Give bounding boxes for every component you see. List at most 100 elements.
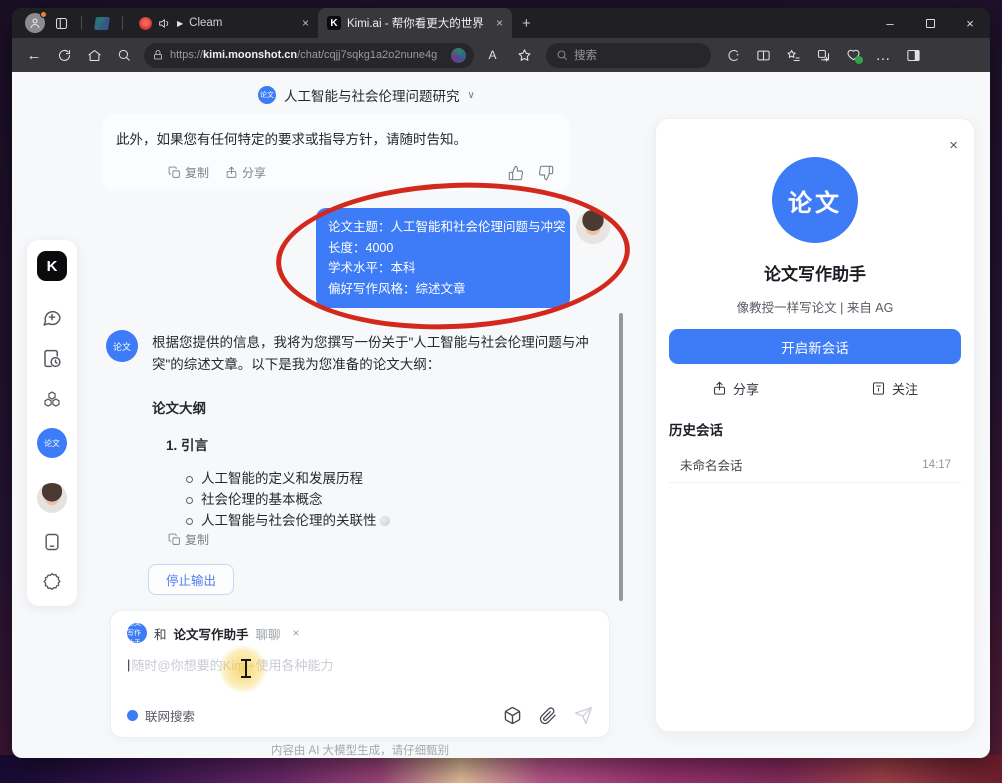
panel-close-icon[interactable]: × [949, 137, 958, 154]
history-icon[interactable] [42, 348, 63, 369]
assistant-name: 论文写作助手 [656, 260, 974, 285]
assistant-message-text: 此外，如果您有任何特定的要求或指导方针，请随时告知。 [116, 129, 554, 150]
new-tab-button[interactable]: + [522, 15, 531, 32]
read-aloud-icon[interactable]: A [480, 42, 508, 68]
send-icon[interactable] [574, 706, 593, 725]
stop-output-button[interactable]: 停止输出 [148, 564, 234, 595]
annotation-red-circle [273, 175, 633, 336]
thumbs-up-icon[interactable] [508, 165, 524, 181]
composer-prefix: 和 [154, 624, 167, 643]
history-item[interactable]: 未命名会话 14:17 [669, 447, 961, 483]
home-button[interactable] [80, 42, 108, 68]
copy-button[interactable]: 复制 [168, 531, 209, 548]
back-button[interactable]: ← [20, 42, 48, 68]
sidebar-panel-icon[interactable] [899, 42, 927, 68]
share-icon [225, 166, 238, 179]
browser-window: ▶ Cleam × K Kimi.ai - 帮你看更大的世界 × + – × ← [12, 8, 990, 758]
text-caret: | [127, 657, 130, 672]
feedback-buttons [508, 165, 554, 181]
browser-essentials-icon[interactable] [839, 42, 867, 68]
thumbs-down-icon[interactable] [538, 165, 554, 181]
tab-close-icon[interactable]: × [302, 16, 309, 30]
window-controls: – × [870, 8, 990, 38]
assistant-message-text: 根据您提供的信息，我将为您撰写一份关于"人工智能与社会伦理问题与冲突"的综述文章… [152, 332, 594, 376]
toolbar-search-box[interactable]: 搜索 [546, 43, 711, 68]
rewards-icon[interactable] [719, 42, 747, 68]
conversation-title-dropdown[interactable]: 论文 人工智能与社会伦理问题研究 ∨ [258, 85, 475, 105]
url-text[interactable]: https://kimi.moonshot.cn/chat/cqjj7sqkg1… [170, 49, 437, 61]
history-heading: 历史会话 [669, 419, 723, 439]
bullet-item: 人工智能与社会伦理的关联性 [186, 510, 594, 531]
web-search-label: 联网搜索 [145, 706, 195, 725]
message-actions: 复制 分享 [168, 164, 554, 181]
assistant-mini-avatar: 论文 [258, 86, 276, 104]
collections-icon[interactable] [809, 42, 837, 68]
maximize-button[interactable] [910, 8, 950, 38]
panel-share-button[interactable]: 分享 [656, 379, 815, 398]
search-sidebar-icon[interactable] [110, 42, 138, 68]
active-assistant-avatar[interactable]: 论文 [37, 428, 67, 458]
tab-title: Kimi.ai - 帮你看更大的世界 [347, 15, 490, 31]
kimi-page: 论文 人工智能与社会伦理问题研究 ∨ 此外，如果您有任何特定的要求或指导方针，请… [12, 72, 990, 758]
notification-dot [40, 11, 47, 18]
copy-button[interactable]: 复制 [168, 164, 209, 181]
message-input[interactable]: | 随时@你想要的Kimi+使用各种能力 [111, 643, 609, 674]
panel-follow-button[interactable]: 关注 [815, 379, 974, 398]
lock-icon[interactable] [152, 49, 164, 61]
outline-item: 1. 引言 [166, 434, 594, 454]
split-screen-icon[interactable] [749, 42, 777, 68]
settings-menu-icon[interactable]: … [869, 42, 897, 68]
badge-seal-icon[interactable] [42, 571, 63, 592]
outline-heading: 论文大纲 [152, 397, 594, 417]
status-green-dot [855, 56, 863, 64]
kimi-plus-cube-icon[interactable] [503, 706, 522, 725]
ibeam-cursor-icon [241, 659, 251, 678]
refresh-button[interactable] [50, 42, 78, 68]
generating-indicator [380, 516, 390, 526]
assistant-avatar: 论文 [106, 330, 138, 362]
play-icon: ▶ [177, 19, 183, 28]
share-button[interactable]: 分享 [225, 164, 266, 181]
tab-close-icon[interactable]: × [496, 16, 503, 30]
attachment-icon[interactable] [539, 707, 557, 725]
composer-context-row: 论文写作助手 和 论文写作助手 聊聊 × [111, 611, 609, 643]
assistant-description: 像教授一样写论文 | 来自 AG [656, 297, 974, 316]
favorite-star-icon[interactable] [510, 42, 538, 68]
extension-icon[interactable] [451, 48, 466, 63]
chevron-down-icon: ∨ [468, 90, 475, 101]
desktop-wallpaper-strip [0, 755, 1002, 783]
workspaces-icon[interactable] [48, 10, 74, 36]
cursor-highlight [219, 645, 267, 693]
composer-tools [503, 706, 593, 725]
copy-icon [168, 533, 181, 546]
kimi-favicon: K [327, 16, 341, 30]
left-sidebar: K 论文 [27, 240, 77, 606]
tab-media[interactable]: ▶ Cleam × [130, 8, 318, 38]
bullet-item: 社会伦理的基本概念 [186, 489, 594, 510]
chat-scrollbar[interactable] [619, 313, 623, 601]
assistant-mini-avatar: 论文写作助手 [127, 623, 147, 643]
kimi-plus-apps-icon[interactable] [42, 389, 63, 410]
remove-assistant-icon[interactable]: × [293, 626, 300, 640]
device-app-icon[interactable] [42, 532, 62, 552]
new-chat-icon[interactable] [42, 307, 63, 328]
kimi-logo[interactable]: K [37, 251, 67, 281]
search-placeholder: 搜索 [574, 47, 597, 63]
close-window-button[interactable]: × [950, 8, 990, 38]
composer-assistant-name: 论文写作助手 [174, 624, 249, 643]
profile-button[interactable] [22, 10, 48, 36]
web-search-toggle[interactable] [127, 710, 138, 721]
audio-playing-icon[interactable] [158, 17, 171, 30]
user-avatar[interactable] [37, 483, 67, 513]
tab-title: Cleam [189, 17, 296, 29]
share-icon [712, 381, 727, 396]
favorites-bar-icon[interactable] [779, 42, 807, 68]
message-composer[interactable]: 论文写作助手 和 论文写作助手 聊聊 × | 随时@你想要的Kimi+使用各种能… [110, 610, 610, 738]
pinned-tab[interactable] [89, 10, 115, 36]
address-bar[interactable]: https://kimi.moonshot.cn/chat/cqjj7sqkg1… [144, 43, 474, 68]
tab-kimi[interactable]: K Kimi.ai - 帮你看更大的世界 × [318, 8, 512, 38]
outline-bullets: 人工智能的定义和发展历程 社会伦理的基本概念 人工智能与社会伦理的关联性 [186, 468, 594, 531]
new-session-button[interactable]: 开启新会话 [669, 329, 961, 364]
pinned-favicon [94, 17, 110, 30]
minimize-button[interactable]: – [870, 8, 910, 38]
